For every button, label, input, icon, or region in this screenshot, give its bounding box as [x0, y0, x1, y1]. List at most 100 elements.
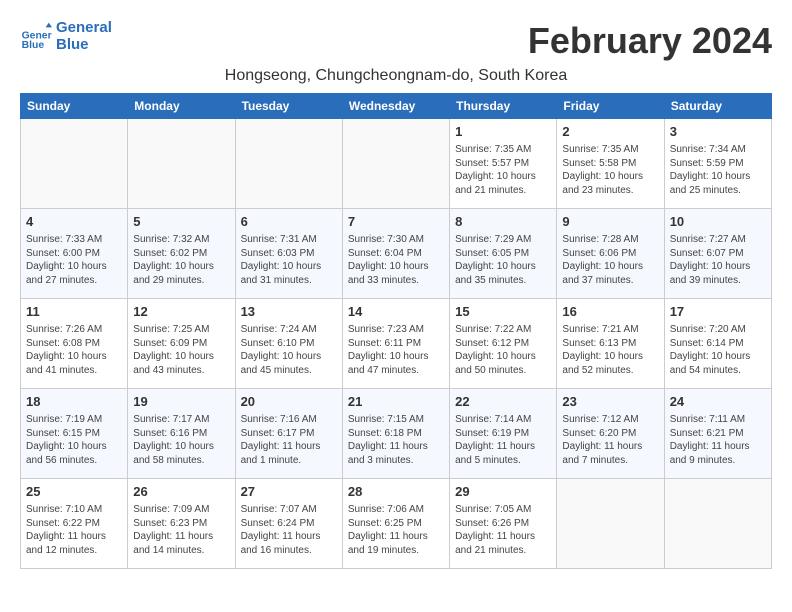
date-number: 19 — [133, 393, 229, 411]
cell-info: Sunrise: 7:12 AM Sunset: 6:20 PM Dayligh… — [562, 413, 658, 467]
calendar-week-5: 25 Sunrise: 7:10 AM Sunset: 6:22 PM Dayli… — [21, 479, 772, 569]
calendar-week-2: 4 Sunrise: 7:33 AM Sunset: 6:00 PM Daylig… — [21, 209, 772, 299]
cell-info: Sunrise: 7:09 AM Sunset: 6:23 PM Dayligh… — [133, 503, 229, 557]
cell-info: Sunrise: 7:25 AM Sunset: 6:09 PM Dayligh… — [133, 323, 229, 377]
day-header-monday: Monday — [128, 94, 235, 119]
cell-info: Sunrise: 7:23 AM Sunset: 6:11 PM Dayligh… — [348, 323, 444, 377]
calendar-cell — [128, 119, 235, 209]
cell-info: Sunrise: 7:16 AM Sunset: 6:17 PM Dayligh… — [241, 413, 337, 467]
calendar-cell: 8Sunrise: 7:29 AM Sunset: 6:05 PM Daylig… — [450, 209, 557, 299]
cell-info: Sunrise: 7:10 AM Sunset: 6:22 PM Dayligh… — [26, 503, 122, 557]
date-number: 22 — [455, 393, 551, 411]
day-header-tuesday: Tuesday — [235, 94, 342, 119]
date-number: 26 — [133, 483, 229, 501]
date-number: 27 — [241, 483, 337, 501]
day-header-sunday: Sunday — [21, 94, 128, 119]
date-number: 21 — [348, 393, 444, 411]
calendar-header: SundayMondayTuesdayWednesdayThursdayFrid… — [21, 94, 772, 119]
date-number: 15 — [455, 303, 551, 321]
calendar-week-1: 1 Sunrise: 7:35 AM Sunset: 5:57 PM Daylig… — [21, 119, 772, 209]
date-number: 17 — [670, 303, 766, 321]
calendar-table: SundayMondayTuesdayWednesdayThursdayFrid… — [20, 93, 772, 569]
date-number: 23 — [562, 393, 658, 411]
day-header-wednesday: Wednesday — [342, 94, 449, 119]
cell-info: Sunrise: 7:26 AM Sunset: 6:08 PM Dayligh… — [26, 323, 122, 377]
cell-info: Sunrise: 7:06 AM Sunset: 6:25 PM Dayligh… — [348, 503, 444, 557]
calendar-cell: 26 Sunrise: 7:09 AM Sunset: 6:23 PM Dayli… — [128, 479, 235, 569]
date-number: 12 — [133, 303, 229, 321]
date-number: 18 — [26, 393, 122, 411]
calendar-cell: 10Sunrise: 7:27 AM Sunset: 6:07 PM Dayli… — [664, 209, 771, 299]
date-number: 28 — [348, 483, 444, 501]
cell-info: Sunrise: 7:20 AM Sunset: 6:14 PM Dayligh… — [670, 323, 766, 377]
logo-line1: General — [56, 20, 112, 37]
cell-info: Sunrise: 7:07 AM Sunset: 6:24 PM Dayligh… — [241, 503, 337, 557]
calendar-cell: 12 Sunrise: 7:25 AM Sunset: 6:09 PM Dayli… — [128, 299, 235, 389]
day-header-saturday: Saturday — [664, 94, 771, 119]
calendar-cell: 9 Sunrise: 7:28 AM Sunset: 6:06 PM Daylig… — [557, 209, 664, 299]
calendar-cell: 15 Sunrise: 7:22 AM Sunset: 6:12 PM Dayli… — [450, 299, 557, 389]
cell-info: Sunrise: 7:28 AM Sunset: 6:06 PM Dayligh… — [562, 233, 658, 287]
calendar-cell: 24 Sunrise: 7:11 AM Sunset: 6:21 PM Dayli… — [664, 389, 771, 479]
cell-info: Sunrise: 7:35 AM Sunset: 5:58 PM Dayligh… — [562, 143, 658, 197]
calendar-cell — [21, 119, 128, 209]
calendar-cell: 23 Sunrise: 7:12 AM Sunset: 6:20 PM Dayli… — [557, 389, 664, 479]
calendar-cell: 11 Sunrise: 7:26 AM Sunset: 6:08 PM Dayli… — [21, 299, 128, 389]
cell-info: Sunrise: 7:24 AM Sunset: 6:10 PM Dayligh… — [241, 323, 337, 377]
cell-info: Sunrise: 7:30 AM Sunset: 6:04 PM Dayligh… — [348, 233, 444, 287]
calendar-cell: 13 Sunrise: 7:24 AM Sunset: 6:10 PM Dayli… — [235, 299, 342, 389]
calendar-cell: 4 Sunrise: 7:33 AM Sunset: 6:00 PM Daylig… — [21, 209, 128, 299]
date-number: 20 — [241, 393, 337, 411]
cell-info: Sunrise: 7:34 AM Sunset: 5:59 PM Dayligh… — [670, 143, 766, 197]
calendar-cell: 28 Sunrise: 7:06 AM Sunset: 6:25 PM Dayli… — [342, 479, 449, 569]
date-number: 7 — [348, 213, 444, 231]
calendar-cell: 25 Sunrise: 7:10 AM Sunset: 6:22 PM Dayli… — [21, 479, 128, 569]
logo-line2: Blue — [56, 37, 112, 54]
calendar-cell — [342, 119, 449, 209]
day-header-thursday: Thursday — [450, 94, 557, 119]
date-number: 9 — [562, 213, 658, 231]
date-number: 14 — [348, 303, 444, 321]
calendar-cell: 5Sunrise: 7:32 AM Sunset: 6:02 PM Daylig… — [128, 209, 235, 299]
calendar-cell: 20 Sunrise: 7:16 AM Sunset: 6:17 PM Dayli… — [235, 389, 342, 479]
svg-text:Blue: Blue — [22, 40, 45, 51]
logo-icon: General Blue — [20, 21, 52, 53]
location-subtitle: Hongseong, Chungcheongnam-do, South Kore… — [20, 67, 772, 85]
calendar-cell — [557, 479, 664, 569]
date-number: 3 — [670, 123, 766, 141]
calendar-week-4: 18 Sunrise: 7:19 AM Sunset: 6:15 PM Dayli… — [21, 389, 772, 479]
calendar-cell — [664, 479, 771, 569]
cell-info: Sunrise: 7:35 AM Sunset: 5:57 PM Dayligh… — [455, 143, 551, 197]
date-number: 25 — [26, 483, 122, 501]
calendar-cell: 18 Sunrise: 7:19 AM Sunset: 6:15 PM Dayli… — [21, 389, 128, 479]
calendar-cell: 29 Sunrise: 7:05 AM Sunset: 6:26 PM Dayli… — [450, 479, 557, 569]
date-number: 29 — [455, 483, 551, 501]
calendar-cell: 27 Sunrise: 7:07 AM Sunset: 6:24 PM Dayli… — [235, 479, 342, 569]
calendar-cell: 6Sunrise: 7:31 AM Sunset: 6:03 PM Daylig… — [235, 209, 342, 299]
cell-info: Sunrise: 7:33 AM Sunset: 6:00 PM Dayligh… — [26, 233, 122, 287]
date-number: 10 — [670, 213, 766, 231]
calendar-cell: 7 Sunrise: 7:30 AM Sunset: 6:04 PM Daylig… — [342, 209, 449, 299]
day-header-friday: Friday — [557, 94, 664, 119]
cell-info: Sunrise: 7:21 AM Sunset: 6:13 PM Dayligh… — [562, 323, 658, 377]
date-number: 13 — [241, 303, 337, 321]
date-number: 5 — [133, 213, 229, 231]
cell-info: Sunrise: 7:05 AM Sunset: 6:26 PM Dayligh… — [455, 503, 551, 557]
date-number: 6 — [241, 213, 337, 231]
cell-info: Sunrise: 7:17 AM Sunset: 6:16 PM Dayligh… — [133, 413, 229, 467]
date-number: 2 — [562, 123, 658, 141]
date-number: 1 — [455, 123, 551, 141]
cell-info: Sunrise: 7:11 AM Sunset: 6:21 PM Dayligh… — [670, 413, 766, 467]
logo: General Blue General Blue — [20, 20, 112, 53]
calendar-cell: 1 Sunrise: 7:35 AM Sunset: 5:57 PM Daylig… — [450, 119, 557, 209]
date-number: 11 — [26, 303, 122, 321]
date-number: 4 — [26, 213, 122, 231]
calendar-cell: 22Sunrise: 7:14 AM Sunset: 6:19 PM Dayli… — [450, 389, 557, 479]
date-number: 24 — [670, 393, 766, 411]
page-header: General Blue General Blue February 2024 — [20, 20, 772, 62]
cell-info: Sunrise: 7:19 AM Sunset: 6:15 PM Dayligh… — [26, 413, 122, 467]
date-number: 8 — [455, 213, 551, 231]
calendar-cell: 14 Sunrise: 7:23 AM Sunset: 6:11 PM Dayli… — [342, 299, 449, 389]
cell-info: Sunrise: 7:15 AM Sunset: 6:18 PM Dayligh… — [348, 413, 444, 467]
cell-info: Sunrise: 7:22 AM Sunset: 6:12 PM Dayligh… — [455, 323, 551, 377]
